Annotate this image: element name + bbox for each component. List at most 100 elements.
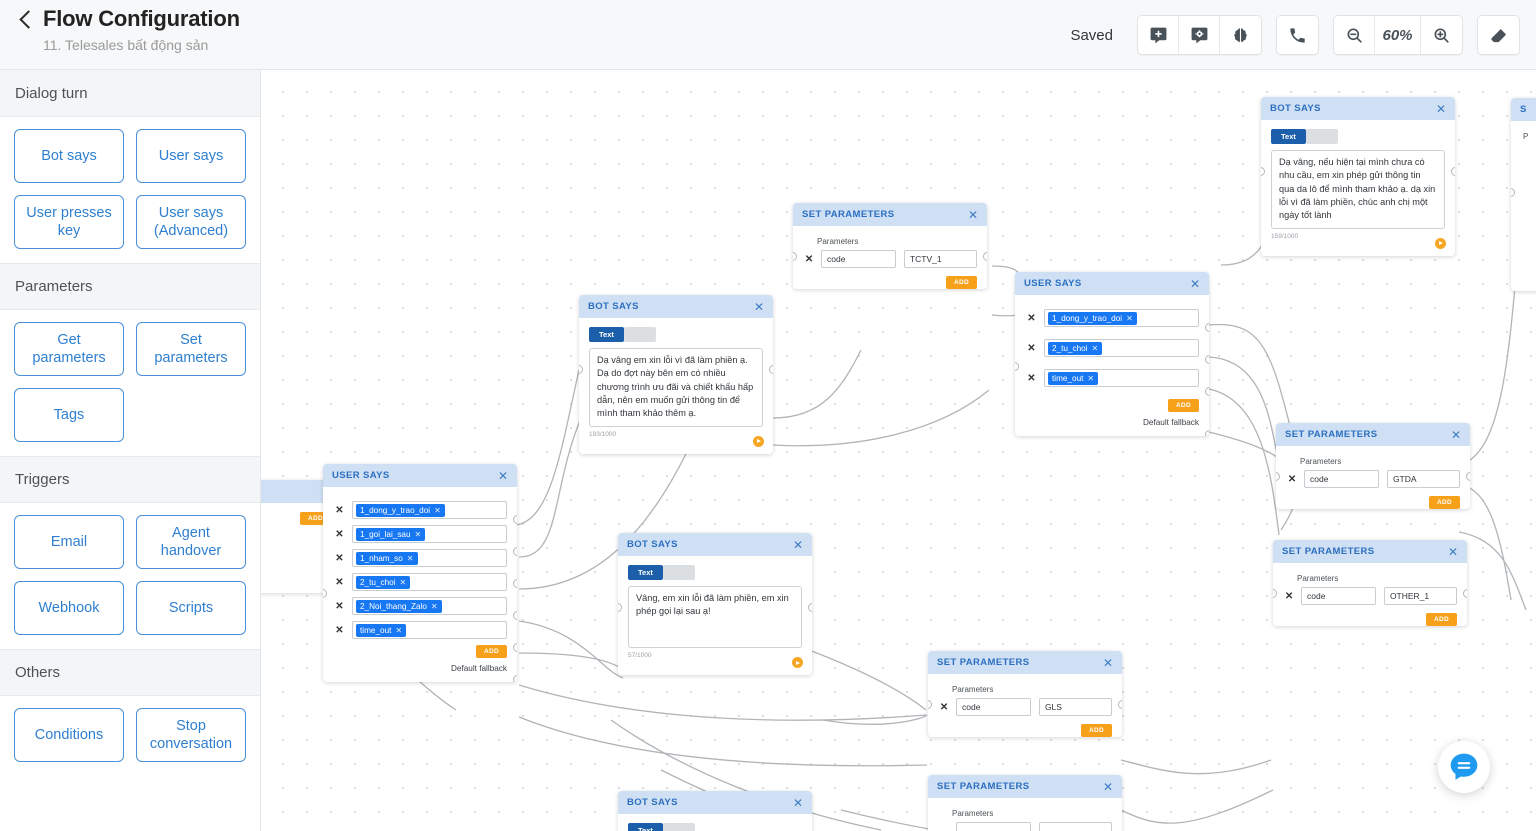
remove-intent-icon[interactable]: ✕ <box>1025 313 1038 324</box>
remove-intent-icon[interactable]: ✕ <box>1025 343 1038 354</box>
chip-remove-icon[interactable]: ✕ <box>400 578 407 587</box>
tab-text[interactable]: Text <box>1271 129 1306 144</box>
add-message-icon[interactable] <box>1138 16 1179 54</box>
play-audio-icon[interactable] <box>1435 237 1446 249</box>
close-icon[interactable]: ✕ <box>1102 657 1114 669</box>
palette-item-bot-says[interactable]: Bot says <box>14 129 124 183</box>
node-set-params-other1[interactable]: SET PARAMETERS ✕ Parameters ✕ code OTHER… <box>1273 540 1467 626</box>
intent-input[interactable]: time_out ✕ <box>1044 369 1199 387</box>
tab-text[interactable]: Text <box>589 327 624 342</box>
remove-intent-icon[interactable]: ✕ <box>333 625 346 636</box>
close-icon[interactable]: ✕ <box>792 539 804 551</box>
add-intent-button[interactable]: ADD <box>476 645 507 658</box>
add-parameter-button[interactable]: ADD <box>946 276 977 289</box>
remove-intent-icon[interactable]: ✕ <box>333 529 346 540</box>
output-port[interactable] <box>513 579 517 588</box>
node-set-params-gtda[interactable]: SET PARAMETERS ✕ Parameters ✕ code GTDA … <box>1276 423 1470 509</box>
intent-chip[interactable]: 2_tu_choi ✕ <box>1048 341 1103 355</box>
flow-canvas[interactable]: ADD USER SAYS ✕ ✕ 1_dong_y_trao_doi✕ ✕ <box>261 70 1536 831</box>
palette-item-user-presses-key[interactable]: User presses key <box>14 195 124 249</box>
close-icon[interactable]: ✕ <box>967 209 979 221</box>
message-settings-icon[interactable] <box>1179 16 1220 54</box>
node-user-says-left[interactable]: USER SAYS ✕ ✕ 1_dong_y_trao_doi ✕ ✕ 1_goi… <box>323 464 517 682</box>
palette-item-email[interactable]: Email <box>14 515 124 569</box>
palette-item-agent-handover[interactable]: Agent handover <box>136 515 246 569</box>
intent-chip[interactable]: 2_Noi_thang_Zalo ✕ <box>356 599 442 613</box>
palette-item-scripts[interactable]: Scripts <box>136 581 246 635</box>
output-port[interactable] <box>1205 355 1209 364</box>
add-parameter-button[interactable]: ADD <box>1081 724 1112 737</box>
chevron-left-icon[interactable] <box>18 11 34 27</box>
parameter-value-input[interactable]: GLS <box>1038 698 1112 716</box>
intent-chip[interactable]: 1_nham_so ✕ <box>356 551 418 565</box>
brain-icon[interactable] <box>1220 16 1261 54</box>
output-port[interactable] <box>513 643 517 652</box>
parameter-key-input[interactable]: code <box>821 250 896 268</box>
node-set-params-bottom[interactable]: SET PARAMETERS ✕ Parameters <box>928 775 1122 831</box>
output-port[interactable] <box>983 252 987 261</box>
add-parameter-button[interactable]: ADD <box>1426 613 1457 626</box>
palette-item-user-says[interactable]: User says <box>136 129 246 183</box>
intent-input[interactable]: 2_tu_choi ✕ <box>1044 339 1199 357</box>
close-icon[interactable]: ✕ <box>753 301 765 313</box>
play-audio-icon[interactable] <box>753 435 764 447</box>
bot-message-text[interactable]: Dạ vâng em xin lỗi vì đã làm phiền ạ. Dạ… <box>589 348 763 427</box>
palette-item-set-parameters[interactable]: Set parameters <box>136 322 246 376</box>
intent-input[interactable]: 2_Noi_thang_Zalo ✕ <box>352 597 507 615</box>
tab-secondary[interactable] <box>662 823 695 831</box>
intent-input[interactable]: 1_nham_so ✕ <box>352 549 507 567</box>
add-parameter-button[interactable]: ADD <box>1429 496 1460 509</box>
output-port[interactable] <box>513 515 517 524</box>
remove-intent-icon[interactable]: ✕ <box>333 553 346 564</box>
chip-remove-icon[interactable]: ✕ <box>1087 374 1094 383</box>
zoom-out-icon[interactable] <box>1334 16 1375 54</box>
remove-parameter-icon[interactable]: ✕ <box>803 254 815 265</box>
close-icon[interactable]: ✕ <box>1450 429 1462 441</box>
chip-remove-icon[interactable]: ✕ <box>415 530 422 539</box>
remove-intent-icon[interactable]: ✕ <box>1025 373 1038 384</box>
fallback-port[interactable] <box>1205 430 1209 436</box>
intent-input[interactable]: 1_goi_lai_sau ✕ <box>352 525 507 543</box>
tab-text[interactable]: Text <box>628 565 663 580</box>
bot-message-text[interactable]: Dạ vâng, nếu hiện tại mình chưa có nhu c… <box>1271 150 1445 229</box>
node-user-says-right[interactable]: USER SAYS ✕ ✕ 1_dong_y_trao_doi ✕ ✕ 2_tu_… <box>1015 272 1209 436</box>
remove-intent-icon[interactable]: ✕ <box>333 505 346 516</box>
node-partial-right[interactable]: S P <box>1511 98 1536 291</box>
remove-parameter-icon[interactable]: ✕ <box>1286 474 1298 485</box>
bot-message-text[interactable]: Vâng, em xin lỗi đã làm phiền, em xin ph… <box>628 586 802 648</box>
zoom-in-icon[interactable] <box>1421 16 1462 54</box>
output-port[interactable] <box>1205 387 1209 396</box>
node-set-params-gls[interactable]: SET PARAMETERS ✕ Parameters ✕ code GLS A… <box>928 651 1122 737</box>
parameter-key-input[interactable]: code <box>1301 587 1376 605</box>
palette-item-conditions[interactable]: Conditions <box>14 708 124 762</box>
chip-remove-icon[interactable]: ✕ <box>1126 314 1133 323</box>
tab-secondary[interactable] <box>1305 129 1338 144</box>
tab-text[interactable]: Text <box>628 823 663 831</box>
close-icon[interactable]: ✕ <box>1447 546 1459 558</box>
chip-remove-icon[interactable]: ✕ <box>407 554 414 563</box>
close-icon[interactable]: ✕ <box>1102 781 1114 793</box>
output-port[interactable] <box>1463 589 1467 598</box>
intent-chip[interactable]: time_out ✕ <box>356 623 407 637</box>
output-port[interactable] <box>513 675 517 682</box>
intent-input[interactable]: time_out ✕ <box>352 621 507 639</box>
chip-remove-icon[interactable]: ✕ <box>434 506 441 515</box>
intent-input[interactable]: 1_dong_y_trao_doi ✕ <box>352 501 507 519</box>
palette-item-webhook[interactable]: Webhook <box>14 581 124 635</box>
output-port[interactable] <box>1118 700 1122 709</box>
intent-chip[interactable]: 1_goi_lai_sau ✕ <box>356 527 426 541</box>
intent-chip[interactable]: 1_dong_y_trao_doi ✕ <box>1048 311 1137 325</box>
output-port[interactable] <box>1466 472 1470 481</box>
output-port[interactable] <box>1451 167 1455 176</box>
output-port[interactable] <box>1205 323 1209 332</box>
output-port[interactable] <box>513 547 517 556</box>
tab-secondary[interactable] <box>623 327 656 342</box>
palette-item-tags[interactable]: Tags <box>14 388 124 442</box>
palette-item-get-parameters[interactable]: Get parameters <box>14 322 124 376</box>
node-set-params-tctv1[interactable]: SET PARAMETERS ✕ Parameters ✕ code TCTV_… <box>793 203 987 289</box>
close-icon[interactable]: ✕ <box>1189 278 1201 290</box>
chat-widget-button[interactable] <box>1438 741 1490 793</box>
node-bot-says-top-right[interactable]: BOT SAYS ✕ Text Dạ vâng, nếu hiện tại mì… <box>1261 97 1455 256</box>
parameter-key-input[interactable]: code <box>956 698 1031 716</box>
output-port[interactable] <box>808 603 812 612</box>
